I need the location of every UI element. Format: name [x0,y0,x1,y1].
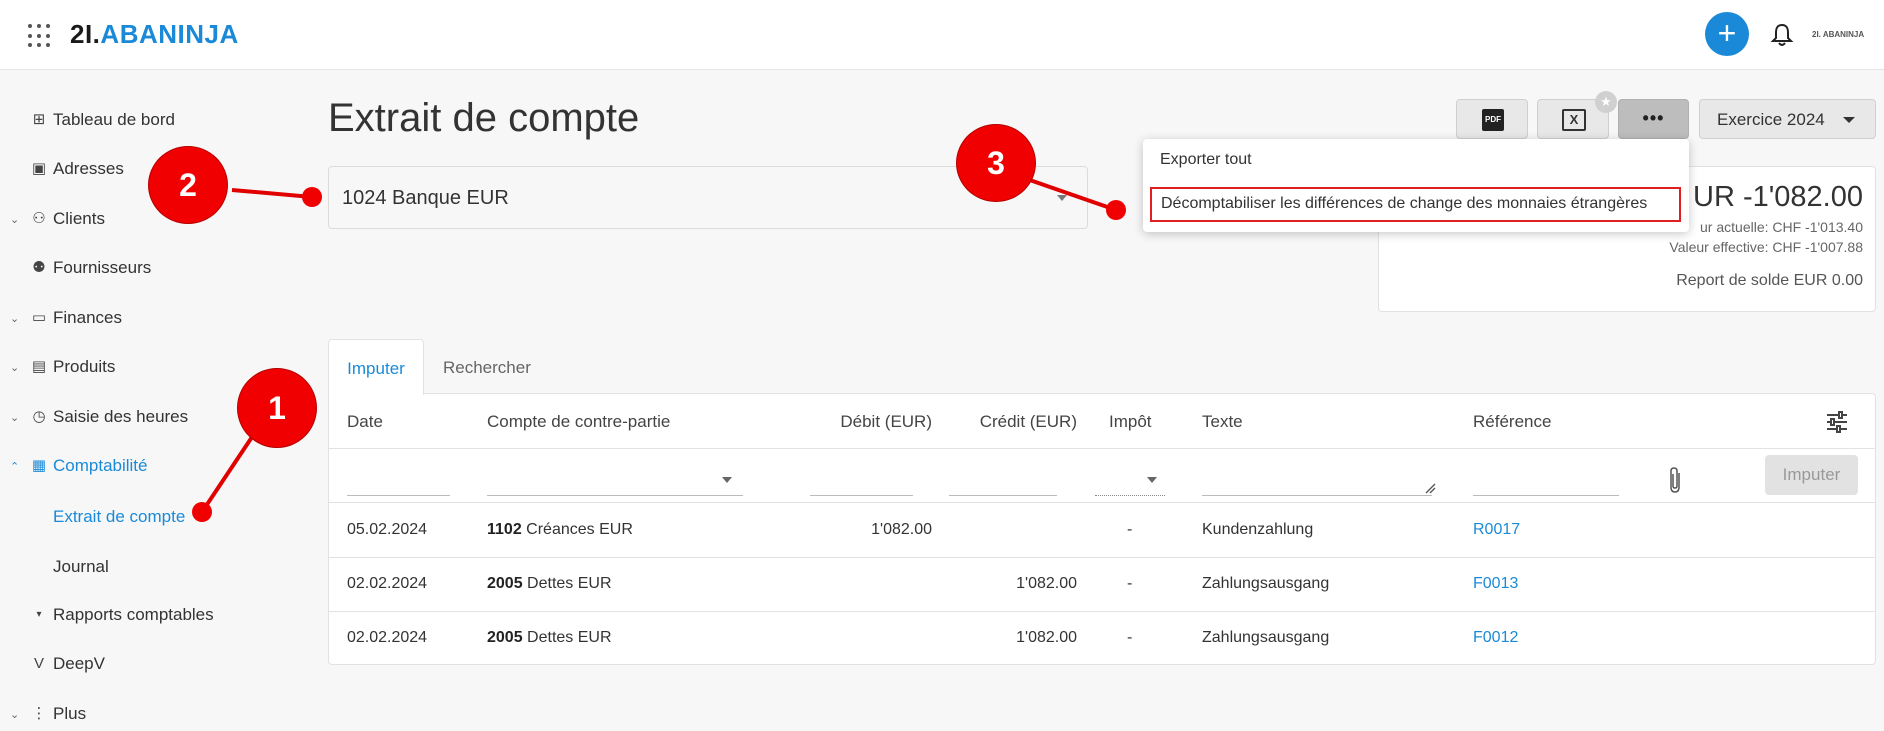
row-1-reference-link[interactable]: R0017 [1473,521,1520,539]
account-select-value: 1024 Banque EUR [342,187,509,209]
caret-down-icon[interactable] [1147,477,1157,483]
tax-select[interactable] [1095,495,1165,496]
create-button[interactable]: + [1705,12,1749,56]
caret-down-icon[interactable]: ▾ [30,606,48,624]
row-2-text: Zahlungsausgang [1202,575,1330,592]
date-input[interactable] [347,495,450,496]
balance-amount: UR -1'082.00 [1693,181,1863,213]
row-1-account: 1102 Créances EUR [487,521,633,538]
annotation-marker-1: 1 [237,368,317,448]
caret-down-icon[interactable] [722,477,732,483]
chevron-up-icon[interactable]: ⌃ [10,460,24,473]
suppliers-icon: ⚉ [32,259,46,276]
calculator-icon: ▦ [31,457,47,474]
column-settings-icon[interactable] [1826,411,1848,433]
dashboard-icon: ⊞ [32,111,46,128]
row-3-reference-link[interactable]: F0012 [1473,629,1518,647]
excel-icon: X [1562,109,1586,131]
more-horizontal-icon: ••• [1642,108,1665,128]
top-bar: 2I.ABANINJA + 2I. ABANINJA [0,0,1884,70]
column-header-reference: Référence [1473,412,1552,431]
row-3-credit: 1'082.00 [1016,629,1077,646]
column-header-tax: Impôt [1109,412,1152,431]
menu-item-export-all[interactable]: Exporter tout [1160,151,1252,169]
fiscal-year-label: Exercice 2024 [1717,110,1825,129]
tab-post[interactable]: Imputer [328,339,424,395]
column-header-date: Date [347,412,383,431]
app-logo[interactable]: 2I.ABANINJA [70,19,239,50]
org-logo[interactable]: 2I. ABANINJA [1812,30,1864,39]
clients-icon: ⚇ [32,210,46,227]
menu-item-unpost-fx-differences[interactable]: Décomptabiliser les différences de chang… [1150,187,1681,222]
caret-down-icon [1843,117,1855,123]
sidebar-item-journal[interactable]: Journal [53,557,109,577]
resize-handle-icon[interactable] [1424,482,1436,494]
row-2-account: 2005 Dettes EUR [487,575,612,592]
tab-search[interactable]: Rechercher [443,339,531,395]
more-actions-menu: Exporter tout Décomptabiliser les différ… [1143,139,1689,232]
chevron-down-icon[interactable]: ⌄ [10,213,24,226]
row-2-date: 02.02.2024 [347,575,428,592]
chevron-down-icon[interactable]: ⌄ [10,708,24,721]
post-button[interactable]: Imputer [1765,455,1858,495]
column-header-debit: Débit (EUR) [840,412,932,431]
column-header-credit: Crédit (EUR) [979,412,1077,431]
bell-icon[interactable] [1770,22,1794,48]
counter-account-input[interactable] [487,495,743,496]
pdf-icon: PDF [1482,109,1504,131]
row-2-reference-link[interactable]: F0013 [1473,575,1518,593]
row-1-text: Kundenzahlung [1202,521,1314,538]
debit-input[interactable] [810,495,913,496]
paperclip-icon[interactable] [1667,466,1685,494]
chevron-down-icon[interactable]: ⌄ [10,411,24,424]
finances-icon: ▭ [31,309,47,326]
text-input[interactable] [1202,495,1432,496]
annotation-marker-2: 2 [148,146,228,224]
export-pdf-button[interactable]: PDF [1456,99,1528,139]
annotation-pointer-2 [302,187,322,207]
deepv-icon: V [33,655,44,672]
annotation-pointer-1 [192,502,212,522]
balance-effective-value: Valeur effective: CHF -1'007.88 [1669,239,1863,255]
row-3-date: 02.02.2024 [347,629,428,646]
chevron-down-icon[interactable]: ⌄ [10,361,24,374]
row-1-tax: - [1127,521,1133,538]
balance-current-value: ur actuelle: CHF -1'013.40 [1700,219,1863,235]
ledger-table: Date Compte de contre-partie Débit (EUR)… [328,393,1876,665]
row-3-tax: - [1127,629,1133,646]
row-1-date: 05.02.2024 [347,521,428,538]
column-header-text: Texte [1202,412,1243,431]
address-book-icon: ▣ [31,160,47,177]
page-title: Extrait de compte [328,96,640,140]
annotation-marker-3: 3 [956,124,1036,202]
fiscal-year-select[interactable]: Exercice 2024 [1699,99,1876,139]
row-1-debit: 1'082.00 [871,521,932,538]
credit-input[interactable] [949,495,1057,496]
row-2-credit: 1'082.00 [1016,575,1077,592]
balance-carryover: Report de solde EUR 0.00 [1676,272,1863,289]
more-actions-button[interactable]: ••• [1618,99,1689,139]
timer-icon: ◷ [32,408,46,425]
products-icon: ▤ [31,358,47,375]
sidebar-item-account-statement[interactable]: Extrait de compte [53,507,185,527]
caret-down-icon [1057,195,1067,201]
more-vertical-icon: ⋮ [31,705,47,722]
row-3-text: Zahlungsausgang [1202,629,1330,646]
star-icon[interactable]: ★ [1595,91,1617,113]
row-3-account: 2005 Dettes EUR [487,629,612,646]
annotation-pointer-3 [1106,200,1126,220]
chevron-down-icon[interactable]: ⌄ [10,312,24,325]
row-2-tax: - [1127,575,1133,592]
column-header-counter-account: Compte de contre-partie [487,412,671,431]
reference-input[interactable] [1473,495,1619,496]
app-grid-icon[interactable] [28,24,52,48]
